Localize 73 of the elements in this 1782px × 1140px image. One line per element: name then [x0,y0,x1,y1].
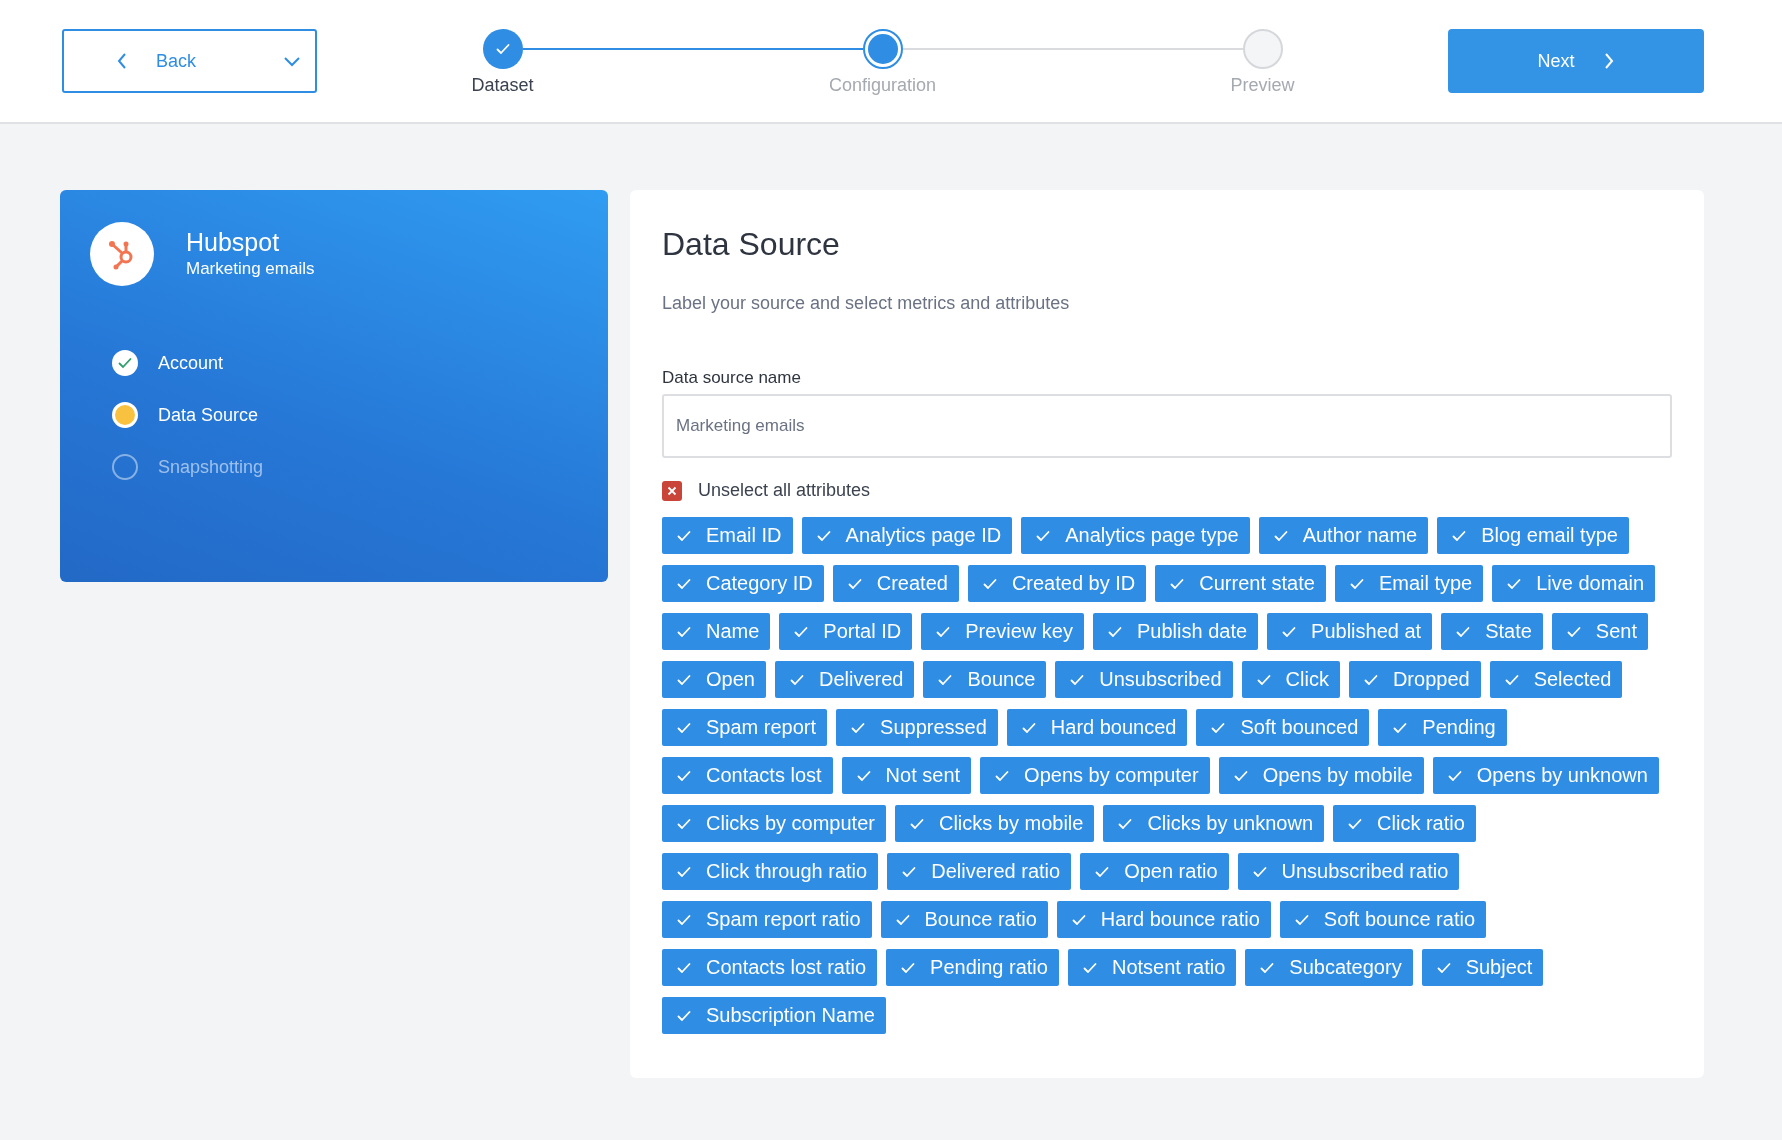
attribute-tag[interactable]: Open [662,661,766,698]
progress-item: Account [158,352,224,374]
section-description: Label your source and select metrics and attributes [662,293,1071,314]
attribute-tag[interactable]: Dropped [1348,661,1481,698]
next-button[interactable]: Next [1448,29,1704,93]
attribute-tag[interactable]: Unsubscribed ratio [1237,853,1460,890]
attribute-tag[interactable]: Bounce ratio [880,901,1048,938]
attribute-tag[interactable]: Delivered ratio [887,853,1072,890]
attribute-tag[interactable]: Not sent [841,757,972,794]
attribute-tag[interactable]: Subscription Name [662,997,886,1034]
attribute-tag[interactable]: Subject [1421,949,1544,986]
attribute-tag[interactable]: Published at [1267,613,1433,650]
attribute-tag[interactable]: Live domain [1492,565,1656,602]
step-label: Preview [1230,74,1295,96]
attribute-tag[interactable]: Contacts lost [662,757,833,794]
cross-icon [667,485,677,496]
chevron-left-icon [116,52,128,70]
attribute-tag[interactable]: Preview key [921,613,1084,650]
attribute-tag[interactable]: Portal ID [779,613,913,650]
back-button[interactable]: Back [62,29,317,93]
attribute-tag[interactable]: Opens by computer [980,757,1210,794]
attribute-tag[interactable]: Click [1241,661,1340,698]
unselect-all-checkbox[interactable] [662,480,682,501]
attribute-tag[interactable]: Author name [1258,517,1429,554]
attribute-tag[interactable]: Spam report [662,709,828,746]
attribute-tag[interactable]: Clicks by computer [662,805,886,842]
attribute-tag[interactable]: Soft bounced [1196,709,1370,746]
progress-item: Data Source [158,404,259,426]
attribute-tag[interactable]: Category ID [662,565,824,602]
attribute-tag[interactable]: Opens by unknown [1432,757,1659,794]
attribute-tag[interactable]: Subcategory [1245,949,1413,986]
attribute-tag[interactable]: State [1441,613,1543,650]
attribute-tag[interactable]: Open ratio [1080,853,1229,890]
attribute-tag[interactable]: Email type [1334,565,1484,602]
chevron-right-icon [1602,52,1615,70]
attribute-tag[interactable]: Clicks by unknown [1103,805,1325,842]
progress-item: Snapshotting [158,456,264,478]
attribute-tag[interactable]: Opens by mobile [1218,757,1424,794]
data-source-name-field[interactable]: Marketing emails [662,394,1672,458]
source-title: Hubspot [186,229,281,257]
attribute-tag[interactable]: Selected [1489,661,1623,698]
attribute-tag[interactable]: Suppressed [836,709,998,746]
section-title: Data Source [662,226,841,263]
attribute-tag[interactable]: Email ID [662,517,793,554]
attribute-tag[interactable]: Sent [1551,613,1648,650]
attribute-tag[interactable]: Spam report ratio [662,901,872,938]
attribute-tag[interactable]: Contacts lost ratio [662,949,878,986]
attribute-tag[interactable]: Analytics page type [1021,517,1250,554]
attribute-tag[interactable]: Pending ratio [886,949,1059,986]
attribute-tag[interactable]: Unsubscribed [1055,661,1233,698]
unselect-all-label[interactable]: Unselect all attributes [698,480,871,501]
attribute-tag[interactable]: Hard bounce ratio [1056,901,1271,938]
attribute-tag[interactable]: Bounce [923,661,1047,698]
attribute-tag[interactable]: Soft bounce ratio [1279,901,1486,938]
attribute-tag[interactable]: Publish date [1093,613,1259,650]
attribute-tag[interactable]: Clicks by mobile [894,805,1095,842]
attribute-tag[interactable]: Pending [1378,709,1507,746]
attribute-tag[interactable]: Current state [1155,565,1326,602]
source-subtitle: Marketing emails [186,258,315,279]
attribute-tag[interactable]: Click through ratio [662,853,879,890]
attribute-tag[interactable]: Click ratio [1333,805,1476,842]
attribute-tag[interactable]: Created by ID [967,565,1147,602]
attribute-tag[interactable]: Created [832,565,959,602]
chevron-down-icon [283,55,301,67]
attribute-tag[interactable]: Notsent ratio [1067,949,1237,986]
step-label: Dataset [471,74,534,96]
attribute-tag[interactable]: Analytics page ID [801,517,1013,554]
attribute-tag[interactable]: Blog email type [1437,517,1629,554]
attribute-tag[interactable]: Hard bounced [1006,709,1188,746]
attribute-tag[interactable]: Delivered [774,661,915,698]
step-label: Configuration [828,74,937,96]
field-label: Data source name [662,368,802,388]
attribute-tag[interactable]: Name [662,613,771,650]
